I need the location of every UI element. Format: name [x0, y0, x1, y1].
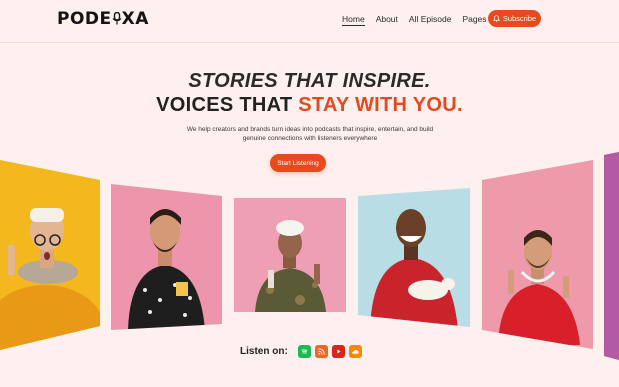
nav-pages-label: Pages [462, 14, 487, 24]
subscribe-label: Subscribe [502, 14, 537, 23]
podcaster-card-2[interactable] [111, 184, 222, 330]
logo-text-right: XA [121, 9, 149, 29]
hero-headline-line2: VOICES THAT STAY WITH YOU. [0, 94, 619, 117]
hero-description: We help creators and brands turn ideas i… [186, 126, 434, 142]
carousel-svg [0, 150, 619, 375]
hero-headline-prefix: VOICES THAT [156, 94, 299, 116]
spotify-icon[interactable] [297, 345, 311, 358]
podcaster-card-1[interactable] [0, 160, 105, 375]
podcaster-card-3[interactable] [234, 198, 346, 312]
main-nav: Home About All Episode Pages [342, 14, 508, 26]
hero-headline-accent: STAY WITH YOU. [298, 94, 463, 116]
nav-all-episode[interactable]: All Episode [409, 14, 452, 26]
podcaster-photo-6 [604, 152, 619, 360]
nav-about[interactable]: About [376, 14, 398, 26]
bell-icon [492, 15, 500, 22]
podcaster-carousel [0, 0, 619, 387]
youtube-icon[interactable] [331, 345, 345, 358]
podcaster-card-4[interactable] [358, 188, 470, 330]
soundcloud-icon[interactable] [348, 345, 362, 358]
site-logo[interactable]: PODE XA [57, 9, 149, 29]
listen-on-bar: Listen on: [240, 345, 362, 358]
microphone-icon [112, 12, 122, 25]
podcaster-card-6[interactable] [604, 150, 619, 360]
site-header: PODE XA Home About All Episode Pages Subs… [0, 0, 619, 43]
listen-on-label: Listen on: [240, 346, 288, 357]
subscribe-button[interactable]: Subscribe [488, 10, 541, 27]
hero-headline-line1: STORIES THAT INSPIRE. [188, 70, 431, 92]
rss-icon[interactable] [314, 345, 328, 358]
logo-text-left: PODE [57, 9, 112, 29]
nav-home[interactable]: Home [342, 14, 365, 26]
start-listening-button[interactable]: Start Listening [270, 154, 326, 172]
podcaster-card-5[interactable] [482, 160, 593, 349]
